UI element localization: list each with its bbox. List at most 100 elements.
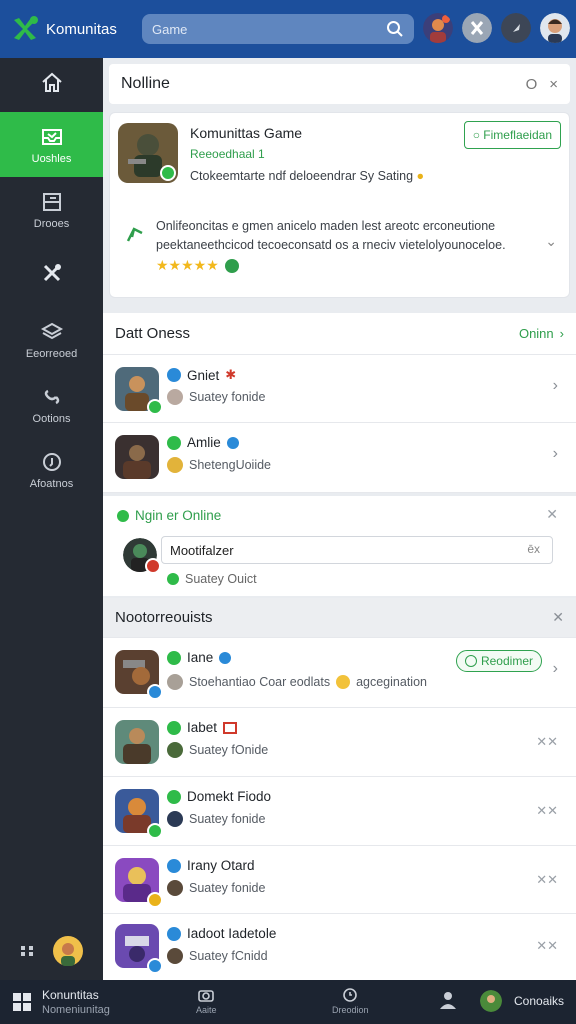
board-icon [42, 192, 61, 211]
online-icon [167, 573, 179, 585]
notification-row[interactable]: Iadoot Iadetole Suatey fCnidd ✕✕ [103, 914, 576, 980]
verified-icon [167, 368, 181, 382]
friend-status: Suatey fonide [189, 390, 266, 404]
apps-icon[interactable] [20, 945, 36, 957]
tab-aaite[interactable]: Aaite [196, 986, 217, 1015]
search-icon[interactable] [386, 20, 404, 38]
close-button[interactable]: × [549, 76, 558, 93]
list-item[interactable]: Gniet ✱ Suatey fonide › [103, 355, 576, 423]
verified-badge [147, 958, 163, 974]
user-avatar-3[interactable] [501, 13, 531, 43]
dismiss-icon[interactable]: ✕✕ [536, 734, 558, 750]
notification-name: Iane [187, 650, 214, 665]
tools-icon [43, 263, 61, 281]
logo-icon [14, 16, 38, 40]
search-box[interactable] [142, 14, 414, 44]
section-more-link[interactable]: Oninn › [519, 326, 564, 341]
chevron-right-icon[interactable]: › [553, 445, 558, 463]
bottom-title: Konuntitas [42, 988, 99, 1002]
notification-row[interactable]: Iabet Suatey fOnide ✕✕ [103, 708, 576, 777]
bottom-subtitle: Nomeniunitag [42, 1004, 110, 1016]
sidebar-item-ootions[interactable]: Ootions [0, 372, 103, 437]
chevron-right-icon[interactable]: › [553, 377, 558, 395]
dismiss-icon[interactable]: ✕✕ [536, 938, 558, 954]
top-bar: Komunitas [0, 0, 576, 58]
emoji-icon: ● [416, 169, 425, 183]
message-input[interactable] [161, 536, 553, 564]
dismiss-icon[interactable]: ✕✕ [536, 872, 558, 888]
sidebar-item-tools[interactable] [0, 242, 103, 307]
notification-text: Suatey fonide [189, 812, 266, 826]
online-badge [147, 399, 163, 415]
notifications-header: Nolline O × [109, 64, 570, 104]
friend-name: Amlie [187, 435, 221, 450]
dismiss-icon[interactable]: ✕✕ [536, 803, 558, 819]
chevron-right-icon[interactable]: › [553, 660, 558, 678]
tab-dreodion[interactable]: Dreodion [332, 986, 369, 1015]
list-item[interactable]: Amlie ShetengUoiide › [103, 423, 576, 493]
online-badge [147, 823, 163, 839]
main-panel: Nolline O × Komunittas Game Reeoedhaal 1… [103, 58, 576, 980]
section-title: Datt Oness [115, 325, 191, 342]
section-title: Nootorreouists [115, 609, 213, 626]
brand[interactable]: Komunitas [0, 14, 140, 44]
check-icon [464, 655, 477, 667]
search-input[interactable] [152, 21, 386, 37]
globe-icon [224, 258, 239, 273]
notification-text: Suatey fCnidd [189, 949, 268, 963]
status-badge [145, 558, 161, 574]
sidebar-item-uoshles[interactable]: Uoshles [0, 112, 103, 177]
user-avatar-1[interactable] [423, 13, 453, 43]
minimize-button[interactable]: O [526, 76, 538, 93]
verified-badge [160, 165, 176, 181]
avatar [115, 720, 159, 764]
verified-icon [167, 435, 181, 450]
ready-button[interactable]: Reodimer [455, 650, 542, 672]
notification-name: Iabet [187, 720, 218, 735]
sidebar-item-eeorreoed[interactable]: Eeorreoed [0, 307, 103, 372]
notification-row[interactable]: Iane Stoehantiao Coar eodlats agceginati… [103, 638, 576, 708]
user-icon[interactable] [438, 990, 458, 1010]
sidebar: Uoshles Drooes Eeorreoed Ootions Afoatno… [0, 58, 103, 980]
link-icon [44, 389, 59, 404]
bottom-bar: Konuntitas Nomeniunitag Aaite Dreodion C… [0, 980, 576, 1024]
clear-input-button[interactable]: ēx [527, 542, 540, 556]
friend-add-icon: ○ [472, 128, 480, 142]
close-icon[interactable]: ✕ [552, 609, 564, 626]
profile-avatar[interactable] [540, 13, 570, 43]
bottom-avatar[interactable] [480, 990, 502, 1012]
mini-avatar [167, 948, 183, 964]
follow-button[interactable]: ○ Fimeflaeidan [463, 121, 561, 149]
game-comment: Onlifeoncitas e gmen anicelo maden lest … [156, 219, 506, 252]
contacts-label[interactable]: Conoaiks [514, 994, 564, 1008]
friend-status: ShetengUoiide [189, 458, 272, 472]
camera-icon [198, 990, 215, 1002]
grid-menu-icon[interactable] [12, 992, 32, 1012]
sidebar-item-label: Afoatnos [29, 477, 74, 490]
user-avatar-2[interactable] [462, 13, 492, 43]
notification-text-tail: agcegination [356, 675, 427, 689]
notification-row[interactable]: Irany Otard Suatey fonide ✕✕ [103, 846, 576, 914]
sidebar-item-label: Eeorreoed [25, 347, 78, 360]
sidebar-item-drooes[interactable]: Drooes [0, 177, 103, 242]
mini-avatar [167, 457, 183, 473]
verified-icon [167, 926, 181, 941]
notification-row[interactable]: Domekt Fiodo Suatey fonide ✕✕ [103, 777, 576, 846]
game-title: Komunittas Game [190, 125, 303, 141]
home-icon [41, 72, 62, 92]
sidebar-item-afoatnos[interactable]: Afoatnos [0, 437, 103, 502]
game-card[interactable]: Komunittas Game Reeoedhaal 1 Ctokeemtart… [109, 112, 570, 298]
notification-name: Iadoot Iadetole [187, 926, 277, 941]
flag-icon [223, 721, 238, 734]
sidebar-item-home[interactable] [0, 58, 103, 112]
expand-chevron-icon[interactable]: ⌄ [545, 233, 557, 250]
verified-icon [167, 789, 181, 804]
sidebar-item-label: Ootions [32, 412, 71, 425]
sidebar-avatar[interactable] [52, 936, 83, 966]
close-icon[interactable]: ✕ [546, 506, 558, 523]
sidebar-item-label: Uoshles [31, 152, 72, 165]
notification-text: Stoehantiao Coar eodlats [189, 675, 331, 689]
panel-title: Nolline [121, 75, 170, 92]
chevron-right-icon: › [559, 326, 564, 341]
mini-avatar [167, 389, 183, 405]
